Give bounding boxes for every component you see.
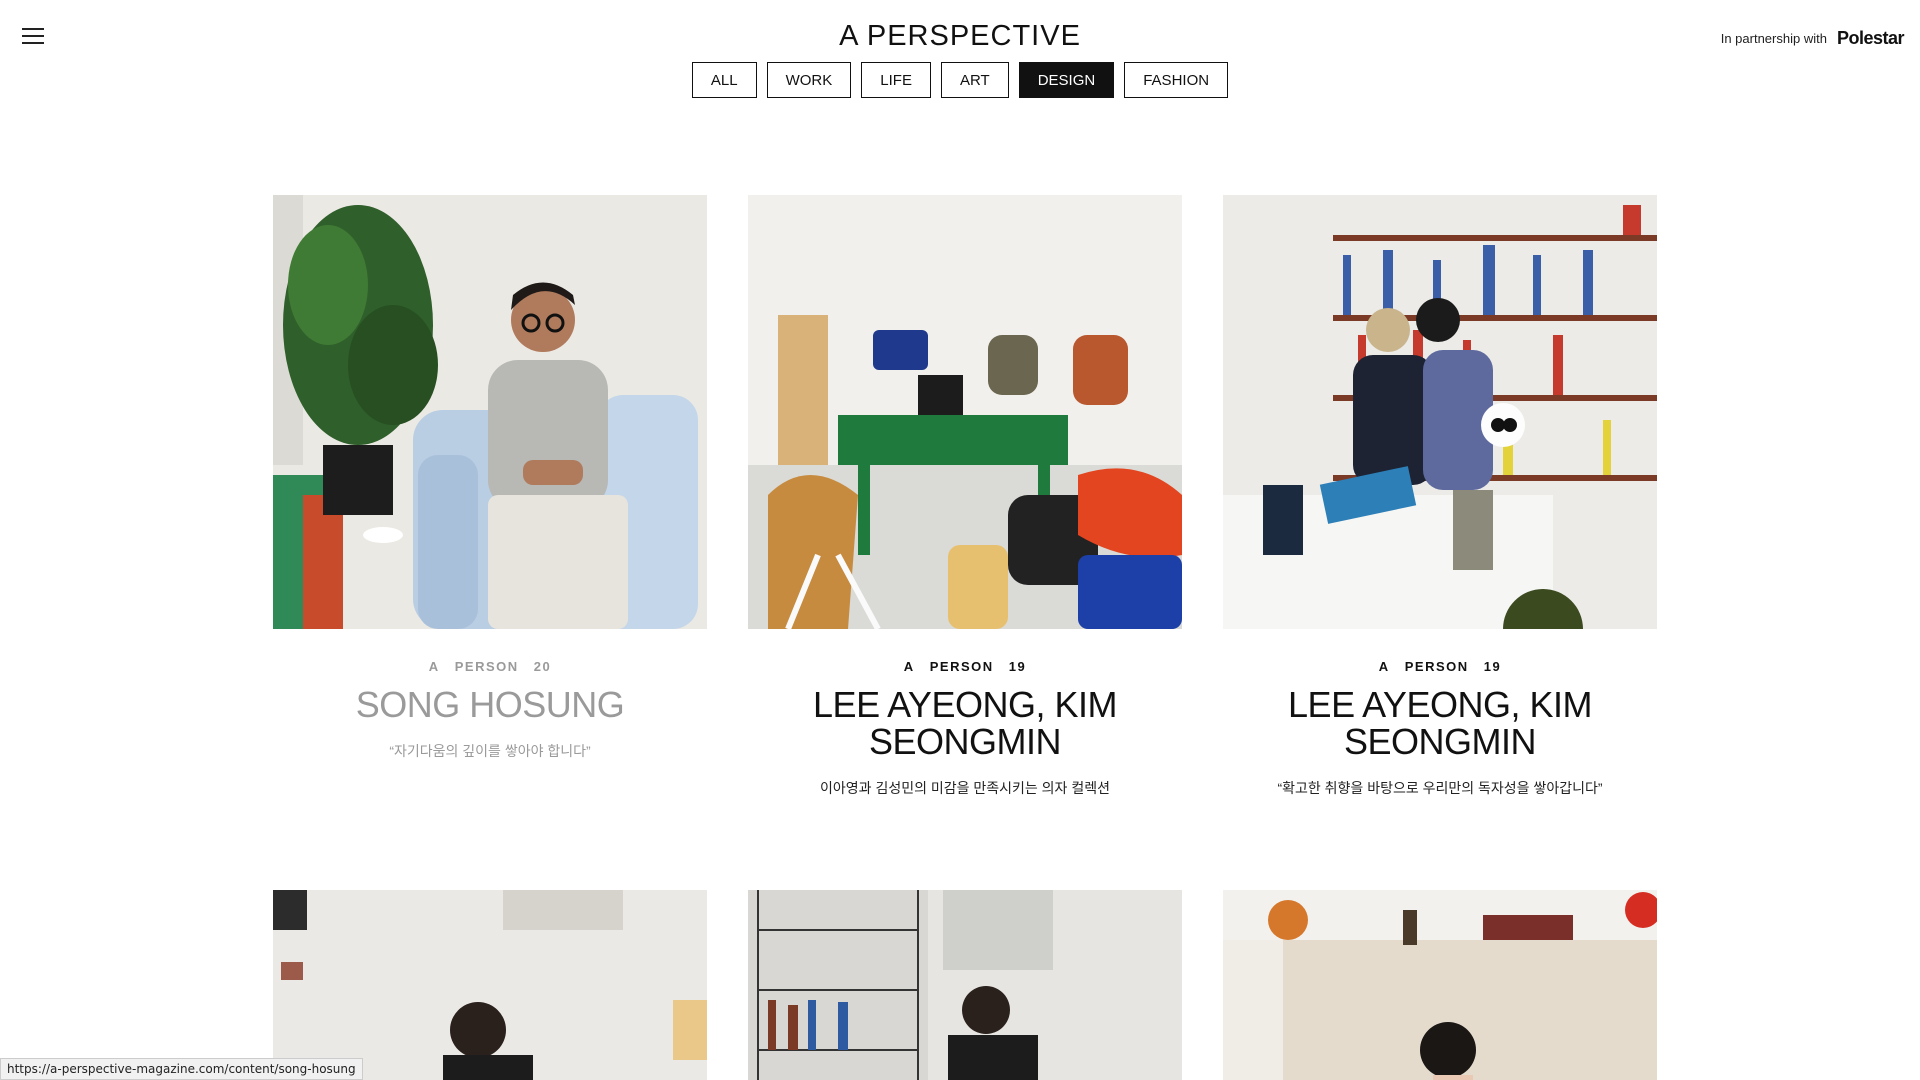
partnership-badge[interactable]: In partnership with Polestar [1720, 28, 1905, 49]
article-title[interactable]: LEE AYEONG, KIM SEONGMIN [1223, 686, 1657, 760]
article-grid-row-2 [273, 890, 1657, 1080]
meta-a: A [1378, 659, 1390, 674]
article-thumbnail[interactable] [748, 195, 1182, 629]
article-card[interactable] [748, 890, 1182, 1080]
article-meta: A PERSON 19 [1223, 659, 1657, 674]
partner-brand-logo[interactable]: Polestar [1837, 28, 1905, 49]
article-card[interactable]: A PERSON 19 LEE AYEONG, KIM SEONGMIN “확고… [1223, 195, 1657, 798]
article-card[interactable] [1223, 890, 1657, 1080]
meta-a: A [428, 659, 440, 674]
filter-life[interactable]: LIFE [861, 62, 931, 98]
browser-status-url: https://a-perspective-magazine.com/conte… [0, 1058, 363, 1080]
article-thumbnail[interactable] [273, 195, 707, 629]
meta-person: PERSON [1404, 659, 1469, 674]
article-thumbnail[interactable] [1223, 195, 1657, 629]
filter-design[interactable]: DESIGN [1018, 62, 1115, 98]
article-thumbnail[interactable] [273, 890, 707, 1080]
article-meta: A PERSON 20 [273, 659, 707, 674]
article-card[interactable]: A PERSON 19 LEE AYEONG, KIM SEONGMIN 이아영… [748, 195, 1182, 798]
filter-fashion[interactable]: FASHION [1124, 62, 1229, 98]
article-thumbnail[interactable] [748, 890, 1182, 1080]
article-subtitle: 이아영과 김성민의 미감을 만족시키는 의자 컬렉션 [820, 780, 1110, 796]
meta-issue: 19 [1483, 659, 1502, 674]
article-subtitle: “자기다움의 깊이를 쌓아야 합니다” [389, 743, 591, 759]
article-title[interactable]: LEE AYEONG, KIM SEONGMIN [748, 686, 1182, 760]
meta-issue: 19 [1008, 659, 1027, 674]
article-thumbnail[interactable] [1223, 890, 1657, 1080]
meta-person: PERSON [929, 659, 994, 674]
article-subtitle: “확고한 취향을 바탕으로 우리만의 독자성을 쌓아갑니다” [1277, 780, 1603, 796]
filter-work[interactable]: WORK [766, 62, 852, 98]
site-logo[interactable]: A PERSPECTIVE [0, 20, 1920, 53]
category-filter-bar: ALL WORK LIFE ART DESIGN FASHION [0, 62, 1920, 98]
article-card[interactable] [273, 890, 707, 1080]
partnership-label: In partnership with [1720, 31, 1827, 46]
meta-issue: 20 [533, 659, 552, 674]
filter-art[interactable]: ART [940, 62, 1009, 98]
meta-person: PERSON [454, 659, 519, 674]
meta-a: A [903, 659, 915, 674]
article-title[interactable]: SONG HOSUNG [273, 686, 707, 723]
article-meta: A PERSON 19 [748, 659, 1182, 674]
article-card[interactable]: A PERSON 20 SONG HOSUNG “자기다움의 깊이를 쌓아야 합… [273, 195, 707, 798]
filter-all[interactable]: ALL [691, 62, 757, 98]
article-grid: A PERSON 20 SONG HOSUNG “자기다움의 깊이를 쌓아야 합… [273, 195, 1657, 798]
